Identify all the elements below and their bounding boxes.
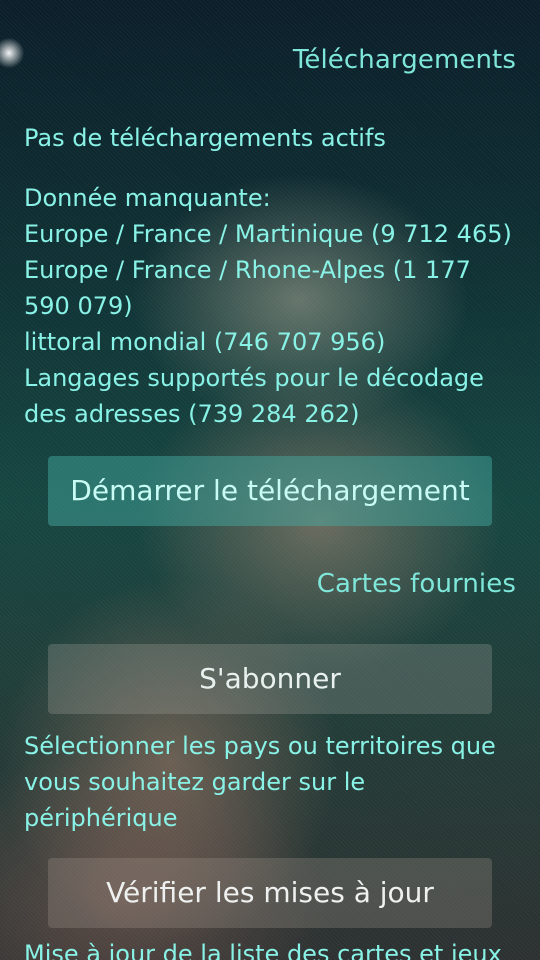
- section-header-provided-maps: Cartes fournies: [316, 569, 516, 599]
- missing-data-heading: Donnée manquante:: [24, 184, 271, 212]
- select-countries-description: Sélectionner les pays ou territoires que…: [24, 732, 496, 832]
- check-updates-button[interactable]: Vérifier les mises à jour: [48, 858, 492, 928]
- check-updates-description: Mise à jour de la liste des cartes et je…: [24, 940, 502, 960]
- missing-item-address-languages: Langages supportés pour le décodage des …: [24, 364, 484, 428]
- downloads-page: Téléchargements Pas de téléchargements a…: [0, 0, 540, 960]
- missing-item-littoral: littoral mondial (746 707 956): [24, 328, 386, 356]
- active-downloads-status: Pas de téléchargements actifs: [24, 124, 386, 152]
- missing-data-list: Donnée manquante: Europe / France / Mart…: [24, 180, 516, 432]
- subscribe-button[interactable]: S'abonner: [48, 644, 492, 714]
- missing-item-rhone-alpes: Europe / France / Rhone-Alpes (1 177 590…: [24, 256, 471, 320]
- page-title: Téléchargements: [292, 45, 516, 75]
- missing-item-martinique: Europe / France / Martinique (9 712 465): [24, 220, 512, 248]
- start-download-button[interactable]: Démarrer le téléchargement: [48, 456, 492, 526]
